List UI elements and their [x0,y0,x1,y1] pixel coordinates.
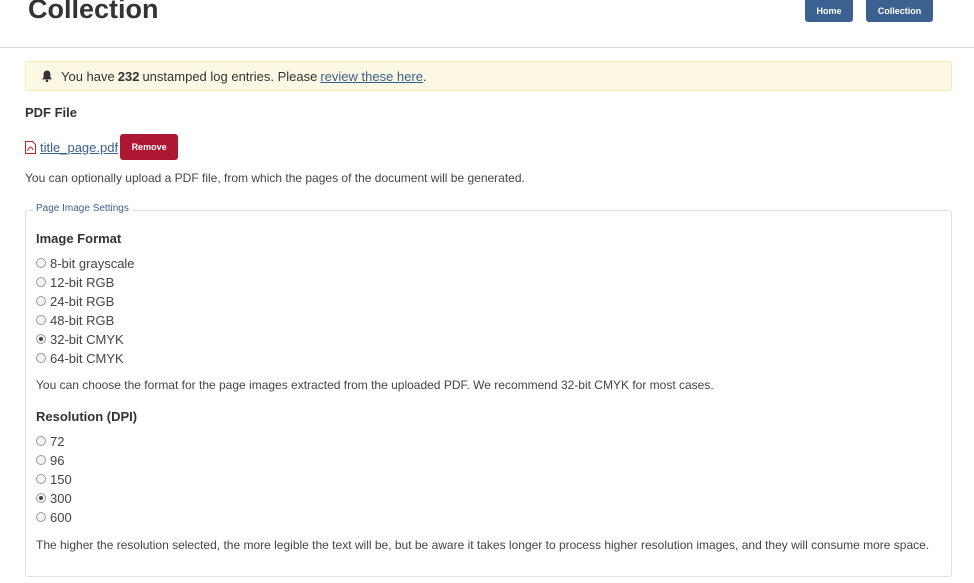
format-option[interactable]: 12-bit RGB [36,274,114,290]
radio-button[interactable] [36,277,46,287]
alert-suffix: . [422,68,427,84]
format-option-label: 8-bit grayscale [50,255,135,271]
resolution-help-text: The higher the resolution selected, the … [36,538,930,552]
pdf-file-row: title_page.pdf Remove [25,134,179,160]
pdf-file-icon [25,140,36,154]
format-option-label: 32-bit CMYK [50,331,124,347]
format-option[interactable]: 32-bit CMYK [36,331,124,347]
alert-count: 232 [117,68,140,84]
format-option-label: 12-bit RGB [50,274,115,290]
pdf-file-link[interactable]: title_page.pdf [40,140,118,155]
resolution-option[interactable]: 72 [36,433,64,449]
alert-prefix: You have [61,68,115,84]
alert-middle: unstamped log entries. Please [142,68,318,84]
radio-button[interactable] [36,474,46,484]
collection-button[interactable]: Collection [866,0,933,22]
format-option[interactable]: 8-bit grayscale [36,255,135,271]
radio-button[interactable] [36,296,46,306]
resolution-option-label: 150 [50,471,72,487]
review-link[interactable]: review these here [320,69,423,84]
unstamped-alert: You have 232 unstamped log entries. Plea… [25,61,952,91]
radio-button[interactable] [36,353,46,363]
radio-button[interactable] [36,315,46,325]
resolution-option-label: 96 [50,452,65,468]
home-button[interactable]: Home [805,0,853,22]
format-option-label: 64-bit CMYK [50,350,124,366]
format-option-label: 48-bit RGB [50,312,115,328]
format-option-label: 24-bit RGB [50,293,115,309]
resolution-option-label: 72 [50,433,65,449]
bell-icon [40,69,54,83]
resolution-label: Resolution (DPI) [36,409,138,424]
radio-button[interactable] [36,334,46,344]
pdf-help-text: You can optionally upload a PDF file, fr… [25,171,525,185]
radio-button[interactable] [36,436,46,446]
page-image-settings-fieldset [25,210,952,577]
page-title: Collection [28,0,159,24]
format-help-text: You can choose the format for the page i… [36,378,714,392]
format-option[interactable]: 48-bit RGB [36,312,114,328]
radio-button[interactable] [36,455,46,465]
resolution-option[interactable]: 300 [36,490,72,506]
resolution-option[interactable]: 600 [36,509,72,525]
format-option[interactable]: 24-bit RGB [36,293,114,309]
radio-button[interactable] [36,258,46,268]
remove-button[interactable]: Remove [120,134,179,160]
pdf-file-label: PDF File [25,105,78,120]
resolution-option-label: 600 [50,509,72,525]
resolution-option-label: 300 [50,490,72,506]
resolution-option[interactable]: 150 [36,471,72,487]
image-format-label: Image Format [36,231,122,246]
format-option[interactable]: 64-bit CMYK [36,350,124,366]
top-bar: Collection Home Collection [0,0,974,48]
page-image-settings-legend: Page Image Settings [33,203,132,214]
radio-button[interactable] [36,493,46,503]
radio-button[interactable] [36,512,46,522]
resolution-option[interactable]: 96 [36,452,64,468]
